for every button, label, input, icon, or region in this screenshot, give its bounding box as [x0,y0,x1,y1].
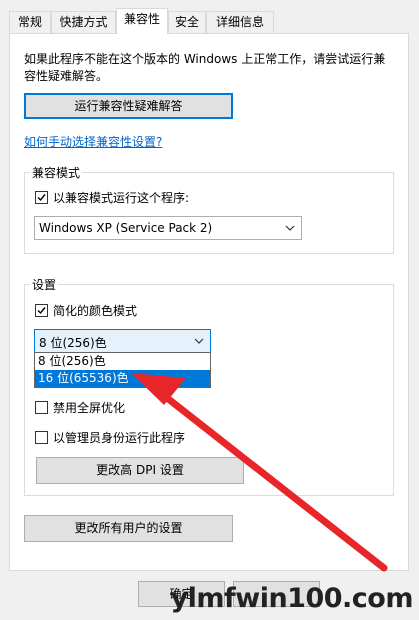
tab-general[interactable]: 常规 [9,11,51,33]
run-as-admin-checkbox[interactable] [35,431,48,444]
change-dpi-button[interactable]: 更改高 DPI 设置 [36,457,244,484]
color-depth-value: 8 位(256)色 [39,336,107,350]
color-depth-option-8bit[interactable]: 8 位(256)色 [35,353,210,370]
checkmark-icon [37,194,46,202]
compat-mode-label: 以兼容模式运行这个程序: [53,191,190,205]
disable-fullscreen-checkbox[interactable] [35,401,48,414]
change-all-users-button[interactable]: 更改所有用户的设置 [24,515,233,542]
run-as-admin-label: 以管理员身份运行此程序 [53,431,186,445]
compat-mode-checkbox[interactable] [35,191,48,204]
compat-mode-title: 兼容模式 [30,164,83,181]
intro-text-line1: 如果此程序不能在这个版本的 Windows 上正常工作，请尝试运行兼 [24,52,386,66]
color-depth-select[interactable]: 8 位(256)色 [34,329,211,353]
chevron-down-icon [285,225,295,231]
intro-text-line2: 容性疑难解答。 [24,69,109,83]
reduced-color-label: 简化的颜色模式 [53,304,138,318]
color-depth-option-16bit[interactable]: 16 位(65536)色 [35,370,210,387]
checkmark-icon [37,307,46,315]
reduced-color-checkbox[interactable] [35,304,48,317]
tab-details[interactable]: 详细信息 [206,11,274,33]
chevron-down-icon [194,338,204,344]
disable-fullscreen-label: 禁用全屏优化 [53,401,126,415]
watermark-text: ylmfwin100.com [170,583,414,614]
settings-title: 设置 [30,276,59,293]
compat-mode-group [24,172,394,254]
tab-compatibility[interactable]: 兼容性 [116,8,168,34]
run-troubleshooter-button[interactable]: 运行兼容性疑难解答 [24,93,233,119]
tab-strip: 常规 快捷方式 兼容性 安全 详细信息 [0,0,419,34]
tab-shortcut[interactable]: 快捷方式 [51,11,116,33]
manual-settings-link[interactable]: 如何手动选择兼容性设置? [24,133,162,150]
os-version-select[interactable]: Windows XP (Service Pack 2) [34,216,302,240]
tab-security[interactable]: 安全 [168,11,206,33]
color-depth-dropdown: 8 位(256)色 16 位(65536)色 [34,352,211,388]
os-version-value: Windows XP (Service Pack 2) [39,221,213,235]
